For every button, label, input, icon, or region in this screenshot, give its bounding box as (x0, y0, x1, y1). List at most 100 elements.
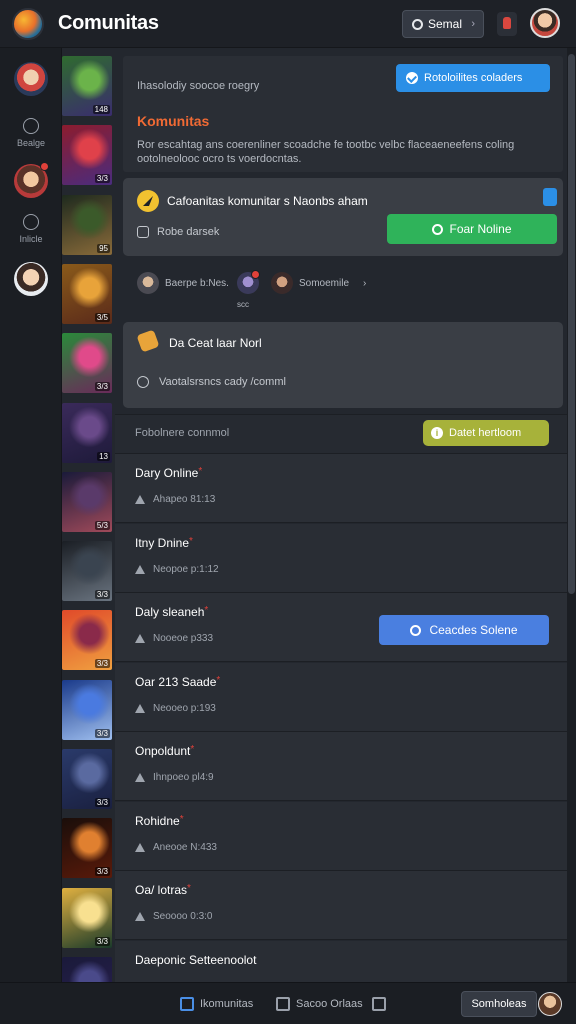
member-meta: Neopoe p:1:12 (135, 564, 219, 575)
hero-description: Ror escahtag ans coerenliner scoadche fe… (137, 139, 515, 165)
left-rail: Bealge Inlicle (0, 48, 62, 982)
person-avatar[interactable] (271, 272, 293, 294)
app-root: Comunitas Semal › Bealge Inlicle 148 3/3 9… (0, 0, 576, 1024)
character-icon[interactable] (497, 12, 517, 36)
game-thumbnail[interactable]: 3/3 (62, 125, 112, 186)
member-meta-text: Seoooo 0:3:0 (153, 911, 213, 922)
community-card-label: Cafoanitas komunitar s Naonbs aham (167, 194, 368, 208)
circle-icon (410, 624, 422, 636)
thumbnail-level: 3/3 (94, 936, 110, 946)
member-name-text: Daeponic Setteenoolot (135, 952, 257, 967)
member-row[interactable]: Oar 213 Saade* Neooeo p:193 (115, 662, 567, 732)
required-marker: * (216, 674, 221, 686)
news-card-sub-label: Vaotalsrsncs cady /comml (159, 376, 286, 388)
required-marker: * (204, 605, 209, 616)
warning-icon (135, 773, 145, 782)
top-bar: Comunitas Semal › (0, 0, 576, 48)
game-thumbnail[interactable]: 13 (62, 402, 112, 463)
bottom-tab-label: Sacoo Orlaas (296, 998, 363, 1010)
circle-icon (432, 223, 444, 235)
game-thumbnail[interactable]: 3/3 (62, 541, 112, 602)
rail-item-bealge[interactable]: Bealge (0, 118, 62, 148)
game-thumbnail[interactable]: 148 (62, 56, 112, 116)
warning-icon (135, 912, 145, 921)
member-meta-text: Ahapeo 81:13 (153, 494, 216, 505)
bottom-avatar[interactable] (538, 992, 562, 1016)
bottom-action-button[interactable]: Somholeas (461, 991, 537, 1017)
thumbnail-level: 3/3 (94, 728, 110, 738)
warning-icon (135, 564, 145, 574)
required-marker: * (190, 744, 195, 755)
info-icon: i (431, 427, 443, 439)
member-meta: Ihnpoeo pl4:9 (135, 772, 214, 783)
bottom-bar: Ikomunitas Sacoo Orlaas Somholeas (0, 982, 576, 1024)
rail-avatar-1[interactable] (14, 62, 48, 96)
required-marker: * (189, 535, 193, 547)
paperclip-icon (134, 373, 152, 391)
tag-icon (136, 329, 160, 353)
game-thumbnail[interactable]: 95 (62, 194, 112, 255)
bottom-tab-komunitas[interactable]: Ikomunitas (180, 997, 253, 1011)
app-title: Comunitas (58, 12, 159, 34)
game-thumbnail[interactable]: 3/3 (62, 887, 112, 948)
member-row[interactable]: Rohidne* Aneooe N:433 (115, 801, 567, 871)
game-thumbnail[interactable]: 5/3 (62, 471, 112, 532)
thumbnail-level: 95 (97, 243, 110, 253)
user-avatar[interactable] (530, 8, 560, 38)
thumbnail-level: 13 (97, 451, 110, 461)
warning-icon (135, 703, 145, 713)
member-row[interactable]: Dary Online* Ahapeo 81:13 (115, 454, 567, 523)
main-content: Ihasolodiy soocoe roegry Komunitas Ror e… (115, 48, 567, 982)
game-thumbnail[interactable]: 3/3 (62, 679, 112, 740)
member-name: Daeponic Setteenoolot (135, 953, 256, 967)
member-name-text: Daly sleaneh (135, 605, 205, 619)
person-label: Baerpe b:Nes. (165, 278, 229, 289)
location-pin-icon[interactable] (543, 188, 557, 206)
member-row[interactable]: Itny Dnine* Neopoe p:1:12 (115, 523, 567, 593)
calendar-icon (276, 997, 290, 1011)
rail-avatar-3[interactable] (14, 262, 48, 296)
required-marker: * (198, 466, 203, 477)
member-name: Oar 213 Saade* (135, 675, 220, 689)
rail-item-inlicle[interactable]: Inlicle (0, 214, 62, 244)
person-label: scc (237, 300, 249, 309)
member-meta-text: Neooeo p:193 (153, 702, 216, 714)
member-name: Dary Online* (135, 466, 202, 480)
member-name: Daly sleaneh* (135, 605, 208, 619)
lock-icon (137, 226, 149, 238)
hero-action-button[interactable]: Rotoloilites coladers (396, 64, 550, 92)
game-thumbnail[interactable]: 3/3 (62, 333, 112, 394)
game-thumbnail[interactable]: 3/3 (62, 749, 112, 809)
send-button[interactable]: Semal › (402, 10, 484, 38)
game-thumbnail[interactable]: 3/3 (62, 818, 112, 879)
member-name-text: Oa/ lotras (135, 883, 188, 897)
member-row[interactable]: Oa/ lotras* Seoooo 0:3:0 (115, 871, 567, 940)
compass-icon (137, 190, 159, 212)
list-icon (372, 997, 386, 1011)
scrollbar-thumb[interactable] (568, 54, 575, 594)
game-thumbnail[interactable]: 3/5 (62, 263, 112, 324)
member-row[interactable]: Onpoldunt* Ihnpoeo pl4:9 (115, 732, 567, 801)
join-online-button[interactable]: Foar Noline (387, 214, 557, 244)
grid-icon (180, 997, 194, 1011)
section-action-button[interactable]: i Datet hertloom (423, 420, 549, 446)
section-action-label: Datet hertloom (449, 427, 522, 439)
member-row[interactable]: Daeponic Setteenoolot (115, 940, 567, 982)
person-avatar[interactable] (137, 272, 159, 294)
section-label: Fobolnere connmol (135, 427, 230, 439)
news-card-label: Da Ceat laar Norl (169, 336, 262, 350)
app-logo[interactable] (12, 7, 44, 40)
thumbnail-level: 3/3 (94, 174, 110, 184)
bottom-tab-sacoo[interactable]: Sacoo Orlaas (276, 997, 363, 1011)
news-card[interactable]: Da Ceat laar Norl Vaotalsrsncs cady /com… (123, 322, 563, 408)
row-action-button[interactable]: Ceacdes Solene (379, 615, 549, 645)
warning-icon (135, 495, 145, 504)
member-row[interactable]: Daly sleaneh* Nooeoe p333 Ceacdes Solene (115, 593, 567, 662)
chevron-right-icon: › (471, 18, 475, 30)
community-card[interactable]: Cafoanitas komunitar s Naonbs aham Robe … (123, 178, 563, 256)
game-thumbnail[interactable]: 3/3 (62, 610, 112, 671)
bottom-tab-extra[interactable] (372, 997, 386, 1011)
scrollbar[interactable] (567, 48, 576, 982)
member-name: Rohidne* (135, 814, 184, 828)
notification-dot (251, 270, 260, 279)
